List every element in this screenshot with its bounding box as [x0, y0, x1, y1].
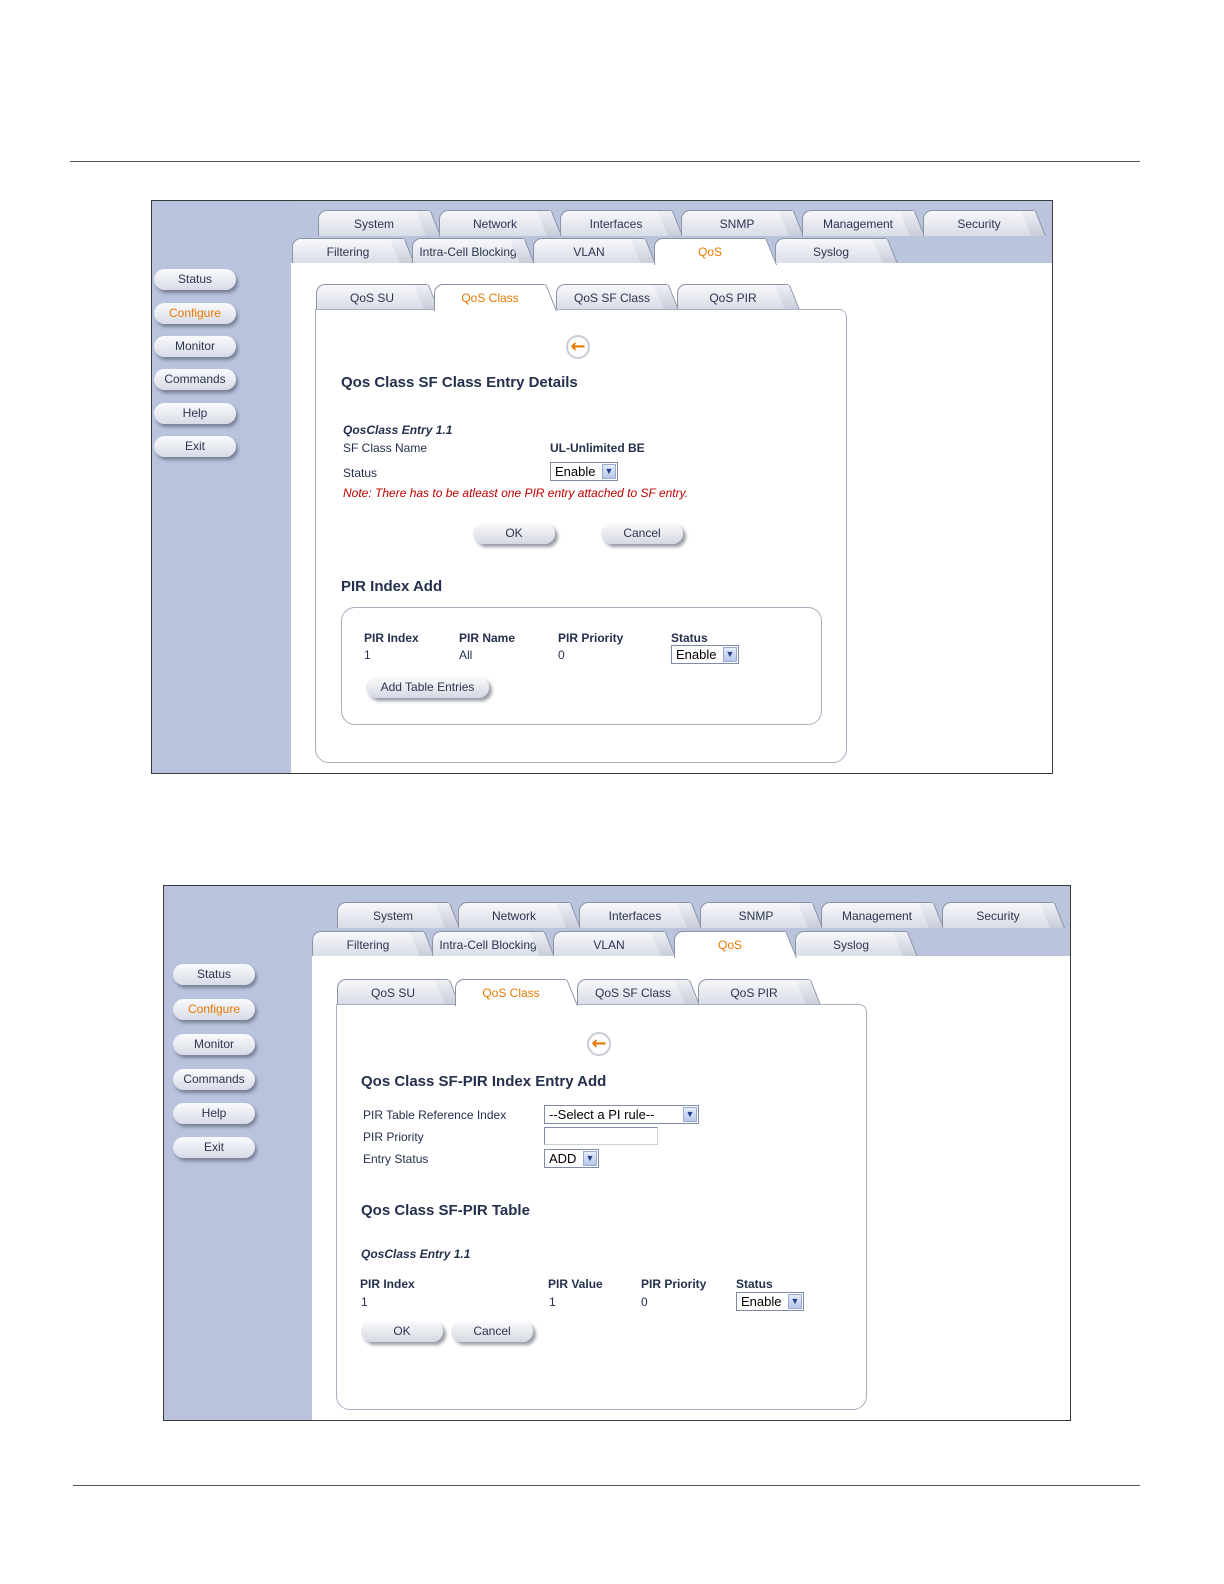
- cell-pir-priority: 0: [558, 648, 565, 662]
- subtab-qos-class[interactable]: QoS Class: [434, 284, 546, 311]
- tab-interfaces[interactable]: Interfaces: [579, 902, 691, 928]
- tab-management[interactable]: Management: [821, 902, 933, 928]
- col-header-pir-index: PIR Index: [364, 631, 419, 645]
- entry-status-select-value: ADD: [549, 1151, 577, 1166]
- sidebar-item-commands[interactable]: Commands: [154, 369, 236, 390]
- note-text: Note: There has to be atleast one PIR en…: [343, 486, 689, 500]
- entry-status-label: Entry Status: [363, 1152, 429, 1166]
- sidebar-item-monitor[interactable]: Monitor: [173, 1034, 255, 1055]
- ok-button[interactable]: OK: [361, 1321, 443, 1342]
- sidebar: Status Configure Monitor Commands Help E…: [152, 201, 291, 773]
- sidebar: Status Configure Monitor Commands Help E…: [164, 886, 312, 1420]
- chevron-down-icon: ▼: [723, 647, 737, 662]
- subtab-qos-class[interactable]: QoS Class: [455, 979, 567, 1006]
- cancel-button[interactable]: Cancel: [601, 523, 683, 544]
- ref-index-select[interactable]: --Select a PI rule-- ▼: [544, 1105, 699, 1124]
- sf-class-name-label: SF Class Name: [343, 441, 428, 455]
- subtab-qos-su[interactable]: QoS SU: [316, 284, 428, 310]
- footer-rule: [73, 1485, 1140, 1486]
- tab-filtering[interactable]: Filtering: [292, 238, 404, 264]
- back-arrow-icon[interactable]: ←: [566, 335, 590, 359]
- sf-class-name-value: UL-Unlimited BE: [550, 441, 645, 455]
- tab-qos[interactable]: QoS: [674, 931, 786, 958]
- col-header-pir-priority: PIR Priority: [558, 631, 624, 645]
- cell-pir-value: 1: [549, 1295, 556, 1309]
- status-select[interactable]: Enable ▼: [550, 462, 618, 481]
- sidebar-item-exit[interactable]: Exit: [173, 1137, 255, 1158]
- col-header-status: Status: [671, 631, 708, 645]
- subtab-qos-sf-class[interactable]: QoS SF Class: [556, 284, 668, 310]
- col-header-pir-value: PIR Value: [548, 1277, 603, 1291]
- cell-pir-index: 1: [361, 1295, 368, 1309]
- subtab-qos-pir[interactable]: QoS PIR: [698, 979, 810, 1005]
- tab-system[interactable]: System: [337, 902, 449, 928]
- ref-index-select-value: --Select a PI rule--: [549, 1107, 655, 1122]
- tab-security[interactable]: Security: [942, 902, 1054, 928]
- table-status-select[interactable]: Enable ▼: [736, 1292, 804, 1311]
- sidebar-item-commands[interactable]: Commands: [173, 1069, 255, 1090]
- col-header-pir-priority: PIR Priority: [641, 1277, 707, 1291]
- screenshot-sf-class-entry-details: Status Configure Monitor Commands Help E…: [151, 200, 1053, 774]
- subtab-qos-su[interactable]: QoS SU: [337, 979, 449, 1005]
- tab-qos[interactable]: QoS: [654, 238, 766, 265]
- pir-index-add-heading: PIR Index Add: [341, 578, 443, 595]
- sidebar-item-status[interactable]: Status: [154, 269, 236, 290]
- tab-intra-cell-blocking[interactable]: Intra-Cell Blocking: [432, 931, 544, 957]
- tab-interfaces[interactable]: Interfaces: [560, 210, 672, 236]
- back-arrow-icon[interactable]: ←: [587, 1032, 611, 1056]
- chevron-down-icon: ▼: [683, 1107, 697, 1122]
- sidebar-item-status[interactable]: Status: [173, 964, 255, 985]
- page-title: Qos Class SF-PIR Index Entry Add: [361, 1073, 607, 1090]
- chevron-down-icon: ▼: [788, 1294, 802, 1309]
- sidebar-item-configure[interactable]: Configure: [154, 303, 236, 324]
- tab-system[interactable]: System: [318, 210, 430, 236]
- tab-vlan[interactable]: VLAN: [533, 238, 645, 264]
- add-table-entries-button[interactable]: Add Table Entries: [366, 677, 489, 698]
- screenshot-sf-pir-index-entry-add: Status Configure Monitor Commands Help E…: [163, 885, 1071, 1421]
- page-title: Qos Class SF Class Entry Details: [341, 374, 578, 391]
- status-select-value: Enable: [555, 464, 596, 479]
- tab-vlan[interactable]: VLAN: [553, 931, 665, 957]
- pir-index-panel: [341, 607, 822, 725]
- subtab-qos-pir[interactable]: QoS PIR: [677, 284, 789, 310]
- col-header-pir-index: PIR Index: [360, 1277, 415, 1291]
- cell-pir-priority: 0: [641, 1295, 648, 1309]
- pir-status-select-value: Enable: [676, 647, 717, 662]
- entry-status-select[interactable]: ADD ▼: [544, 1149, 599, 1168]
- tab-security[interactable]: Security: [923, 210, 1035, 236]
- col-header-pir-name: PIR Name: [459, 631, 516, 645]
- ref-index-label: PIR Table Reference Index: [363, 1108, 507, 1122]
- sidebar-item-exit[interactable]: Exit: [154, 436, 236, 457]
- ok-button[interactable]: OK: [473, 523, 555, 544]
- tab-intra-cell-blocking[interactable]: Intra-Cell Blocking: [412, 238, 524, 264]
- sidebar-item-monitor[interactable]: Monitor: [154, 336, 236, 357]
- entry-title: QosClass Entry 1.1: [361, 1247, 471, 1261]
- chevron-down-icon: ▼: [583, 1151, 597, 1166]
- chevron-down-icon: ▼: [602, 464, 616, 479]
- entry-title: QosClass Entry 1.1: [343, 423, 453, 437]
- tab-syslog[interactable]: Syslog: [795, 931, 907, 957]
- sidebar-item-configure[interactable]: Configure: [173, 999, 255, 1020]
- tab-snmp[interactable]: SNMP: [700, 902, 812, 928]
- tab-filtering[interactable]: Filtering: [312, 931, 424, 957]
- tab-network[interactable]: Network: [458, 902, 570, 928]
- pir-priority-input[interactable]: [544, 1127, 658, 1145]
- subtab-qos-sf-class[interactable]: QoS SF Class: [577, 979, 689, 1005]
- pir-priority-label: PIR Priority: [363, 1130, 424, 1144]
- table-status-select-value: Enable: [741, 1294, 782, 1309]
- tab-network[interactable]: Network: [439, 210, 551, 236]
- sidebar-item-help[interactable]: Help: [154, 403, 236, 424]
- cell-pir-index: 1: [364, 648, 371, 662]
- status-label: Status: [343, 466, 378, 480]
- tab-syslog[interactable]: Syslog: [775, 238, 887, 264]
- pir-status-select[interactable]: Enable ▼: [671, 645, 739, 664]
- cancel-button[interactable]: Cancel: [451, 1321, 533, 1342]
- tab-management[interactable]: Management: [802, 210, 914, 236]
- tab-snmp[interactable]: SNMP: [681, 210, 793, 236]
- cell-pir-name: All: [459, 648, 473, 662]
- header-rule: [70, 161, 1140, 162]
- sf-pir-table-heading: Qos Class SF-PIR Table: [361, 1202, 530, 1219]
- sidebar-item-help[interactable]: Help: [173, 1103, 255, 1124]
- col-header-status: Status: [736, 1277, 773, 1291]
